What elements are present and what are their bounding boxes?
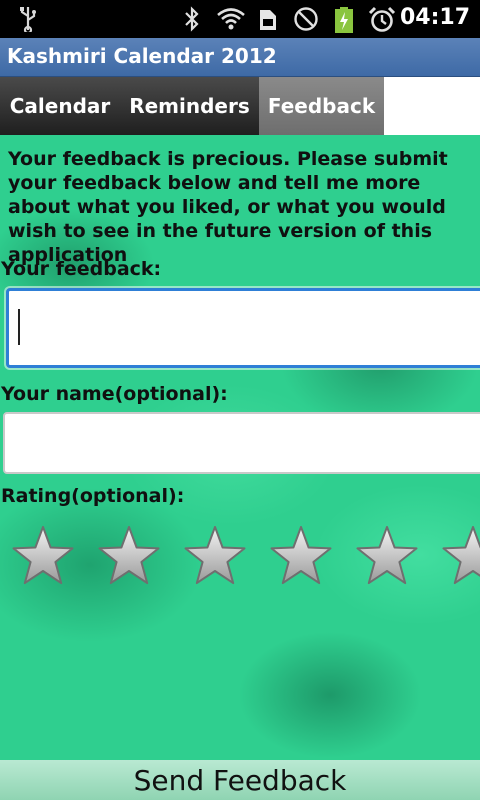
star-icon[interactable] [96, 523, 162, 589]
star-icon[interactable] [182, 523, 248, 589]
tab-feedback[interactable]: Feedback [259, 77, 384, 135]
feedback-field[interactable] [6, 288, 480, 368]
app-title: Kashmiri Calendar 2012 [7, 44, 277, 68]
tab-reminders[interactable]: Reminders [120, 77, 259, 135]
name-label: Your name(optional): [1, 383, 228, 405]
bluetooth-icon [185, 6, 199, 32]
usb-icon [20, 7, 36, 32]
feedback-label: Your feedback: [1, 258, 162, 280]
tab-label: Calendar [9, 94, 111, 118]
name-field[interactable] [3, 412, 480, 474]
intro-text: Your feedback is precious. Please submit… [8, 148, 448, 266]
status-bar: 04:17 [0, 0, 480, 38]
send-feedback-button[interactable]: Send Feedback [0, 760, 480, 800]
tab-calendar[interactable]: Calendar [0, 77, 120, 135]
rating-label: Rating(optional): [1, 485, 185, 507]
app-title-bar: Kashmiri Calendar 2012 [0, 38, 480, 77]
send-feedback-label: Send Feedback [133, 763, 347, 797]
no-sim-icon [294, 7, 318, 31]
alarm-icon [368, 6, 396, 32]
star-icon[interactable] [440, 523, 480, 589]
rating-bar[interactable] [0, 523, 480, 593]
sd-card-icon [260, 10, 276, 30]
star-icon[interactable] [268, 523, 334, 589]
feedback-form: Your feedback is precious. Please submit… [0, 135, 480, 760]
wifi-icon [217, 8, 245, 30]
battery-charging-icon [335, 7, 353, 33]
tab-label: Reminders [129, 94, 250, 118]
tab-label: Feedback [267, 94, 376, 118]
text-cursor [18, 309, 20, 345]
status-time: 04:17 [399, 5, 470, 30]
star-icon[interactable] [354, 523, 420, 589]
tab-bar: Calendar Reminders Feedback [0, 77, 480, 135]
star-icon[interactable] [10, 523, 76, 589]
